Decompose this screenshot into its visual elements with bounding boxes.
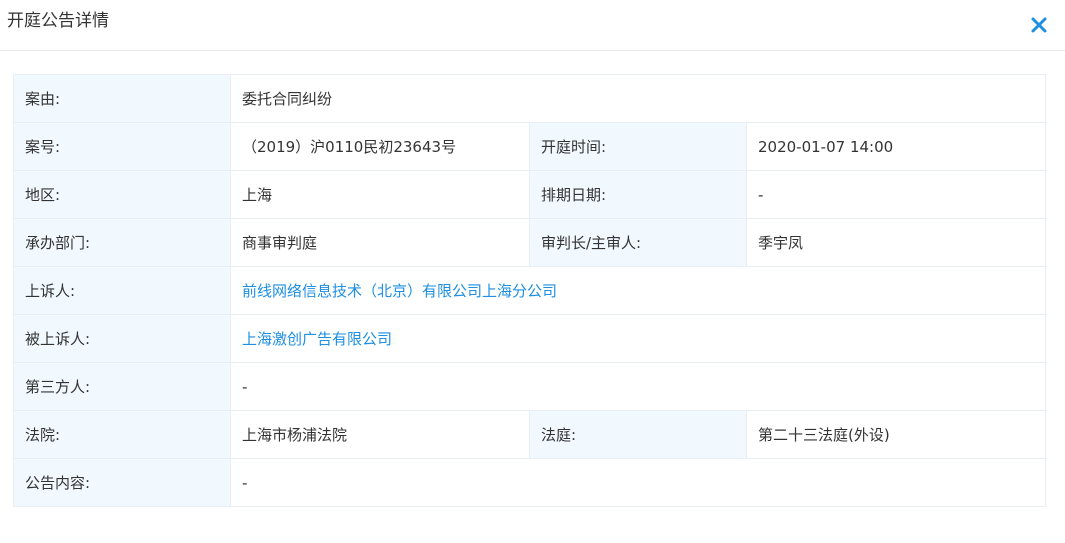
dialog-title: 开庭公告详情 [7,11,109,31]
region-label: 地区: [13,170,231,219]
table-row: 上诉人: 前线网络信息技术（北京）有限公司上海分公司 [13,266,1047,315]
court-label: 法院: [13,410,231,459]
table-row: 地区: 上海 排期日期: - [13,170,1047,219]
table-row: 被上诉人: 上海激创广告有限公司 [13,314,1047,363]
announcement-label: 公告内容: [13,458,231,507]
case-number-label: 案号: [13,122,231,171]
schedule-date-label: 排期日期: [529,170,747,219]
appellee-cell: 上海激创广告有限公司 [229,314,1047,363]
appellant-link[interactable]: 前线网络信息技术（北京）有限公司上海分公司 [242,282,557,300]
hearing-time-value: 2020-01-07 14:00 [745,122,1047,171]
court-value: 上海市杨浦法院 [230,410,530,459]
table-row: 法院: 上海市杨浦法院 法庭: 第二十三法庭(外设) [13,410,1047,459]
detail-table: 案由: 委托合同纠纷 案号: （2019）沪0110民初23643号 开庭时间:… [13,74,1047,507]
case-reason-label: 案由: [13,74,231,123]
presiding-judge-label: 审判长/主审人: [529,218,747,267]
table-row: 公告内容: - [13,458,1047,507]
appellant-label: 上诉人: [13,266,231,315]
department-value: 商事审判庭 [230,218,530,267]
schedule-date-value: - [745,170,1047,219]
courtroom-label: 法庭: [529,410,747,459]
region-value: 上海 [230,170,530,219]
table-row: 承办部门: 商事审判庭 审判长/主审人: 季宇凤 [13,218,1047,267]
announcement-value: - [229,458,1047,507]
appellant-cell: 前线网络信息技术（北京）有限公司上海分公司 [229,266,1047,315]
presiding-judge-value: 季宇凤 [745,218,1047,267]
courtroom-value: 第二十三法庭(外设) [745,410,1047,459]
table-row: 案由: 委托合同纠纷 [13,74,1047,123]
case-reason-value: 委托合同纠纷 [229,74,1047,123]
appellee-link[interactable]: 上海激创广告有限公司 [242,330,392,348]
case-number-value: （2019）沪0110民初23643号 [230,122,530,171]
hearing-time-label: 开庭时间: [529,122,747,171]
appellee-label: 被上诉人: [13,314,231,363]
department-label: 承办部门: [13,218,231,267]
third-party-label: 第三方人: [13,362,231,411]
table-row: 案号: （2019）沪0110民初23643号 开庭时间: 2020-01-07… [13,122,1047,171]
close-icon [1031,17,1047,33]
close-button[interactable] [1028,14,1050,36]
third-party-value: - [229,362,1047,411]
dialog-header: 开庭公告详情 [0,0,1065,51]
table-row: 第三方人: - [13,362,1047,411]
